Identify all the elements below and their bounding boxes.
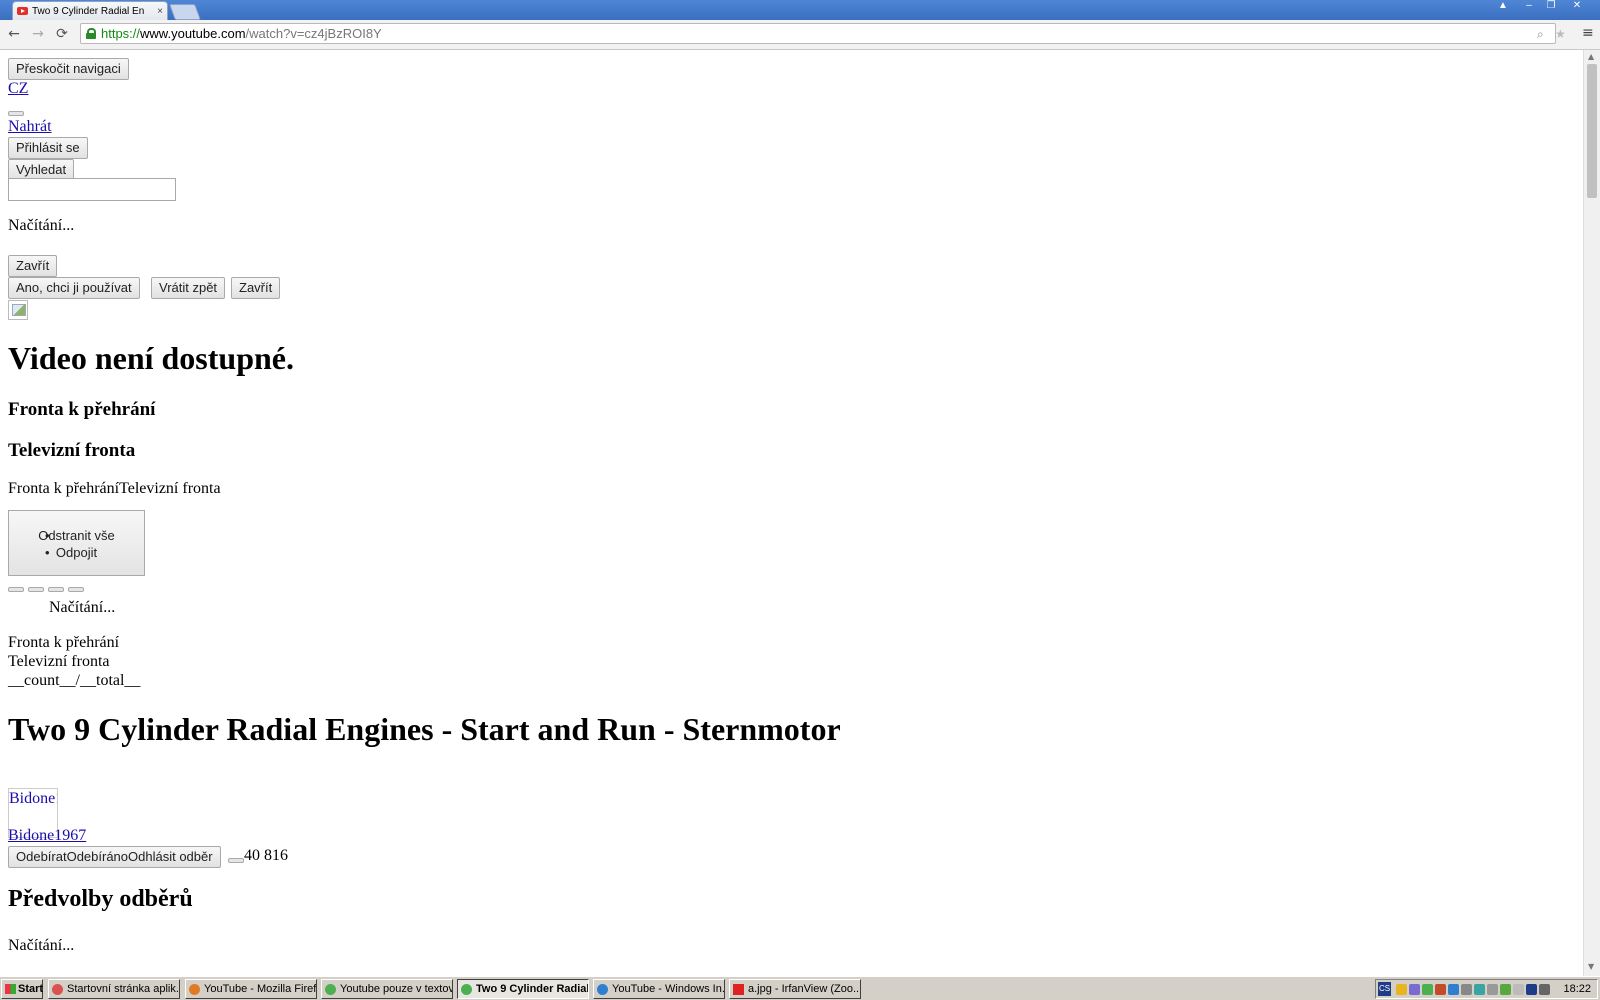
opera-icon — [52, 984, 63, 995]
queue-control-button-2[interactable] — [28, 587, 44, 592]
subscription-options-button[interactable] — [228, 858, 244, 863]
tray-app-icon[interactable] — [1487, 984, 1498, 995]
signin-button[interactable]: Přihlásit se — [8, 137, 88, 159]
preferences-loading-text: Načítání... — [8, 937, 75, 954]
firefox-icon — [189, 984, 200, 995]
taskbar-item-label: Two 9 Cylinder Radial... — [476, 983, 589, 995]
restore-button[interactable]: ❐ — [1540, 0, 1562, 14]
taskbar-item[interactable]: YouTube - Windows In... — [593, 979, 725, 999]
tray-app-icon[interactable] — [1513, 984, 1524, 995]
tab-close-icon[interactable]: × — [157, 6, 163, 17]
language-indicator[interactable]: CS — [1378, 982, 1391, 996]
queue-count: __count__/__total__ — [8, 672, 141, 689]
close-button-2[interactable]: Zavřít — [231, 277, 281, 299]
internet-explorer-icon — [597, 984, 608, 995]
queue-loading-text: Načítání... — [49, 599, 116, 616]
skip-navigation-button[interactable]: Přeskočit navigaci — [8, 58, 129, 80]
back-button[interactable]: ← — [4, 24, 24, 44]
undo-button[interactable]: Vrátit zpět — [151, 277, 226, 299]
country-link[interactable]: CZ — [8, 80, 28, 98]
taskbar-item-label: a.jpg - IrfanView (Zoo... — [748, 983, 861, 995]
remove-all-item[interactable]: Odstranit vše — [9, 527, 144, 544]
tray-app-icon[interactable] — [1422, 984, 1433, 995]
new-tab-button[interactable] — [169, 4, 201, 20]
taskbar-item[interactable]: a.jpg - IrfanView (Zoo... — [729, 979, 861, 999]
search-input[interactable] — [8, 178, 176, 201]
taskbar-item-label: Startovní stránka aplik... — [67, 983, 180, 995]
taskbar-item-label: Youtube pouze v textov... — [340, 983, 453, 995]
network-icon[interactable] — [1526, 984, 1537, 995]
clock[interactable]: 18:22 — [1563, 983, 1591, 995]
broken-image-icon — [8, 300, 28, 320]
windows-logo-icon — [5, 984, 16, 994]
bookmark-star-icon[interactable]: ★ — [1555, 25, 1566, 44]
subscription-preferences-heading: Předvolby odběrů — [8, 886, 193, 912]
scroll-up-icon[interactable]: ▲ — [1588, 52, 1594, 61]
url-path: /watch?v=cz4jBzROI8Y — [245, 26, 382, 41]
subscriber-count: 40 816 — [244, 847, 288, 864]
reload-button[interactable]: ⟳ — [52, 24, 72, 44]
zoom-icon[interactable]: ⌕ — [1537, 25, 1544, 44]
address-bar[interactable]: https://www.youtube.com/watch?v=cz4jBzRO… — [80, 23, 1566, 44]
tv-queue-heading: Televizní fronta — [8, 440, 136, 461]
tray-app-icon[interactable] — [1474, 984, 1485, 995]
taskbar-item[interactable]: Startovní stránka aplik... — [48, 979, 180, 999]
loading-text: Načítání... — [8, 217, 75, 234]
taskbar-item[interactable]: Youtube pouze v textov... — [321, 979, 453, 999]
url-scheme: https:// — [101, 26, 141, 41]
queue-label: Fronta k přehrání — [8, 634, 120, 651]
channel-link[interactable]: Bidone1967 — [8, 827, 86, 845]
tray-app-icon[interactable] — [1500, 984, 1511, 995]
chrome-icon — [325, 984, 336, 995]
user-icon[interactable]: ▲ — [1492, 0, 1514, 14]
tv-queue-label: Televizní fronta — [8, 653, 110, 670]
queue-control-button-4[interactable] — [68, 587, 84, 592]
taskbar-item[interactable]: YouTube - Mozilla Firef... — [185, 979, 317, 999]
url-host: www.youtube.com — [140, 26, 246, 41]
minimize-button[interactable]: – — [1518, 0, 1540, 14]
browser-tab[interactable]: Two 9 Cylinder Radial En × — [12, 1, 168, 20]
youtube-favicon-icon — [17, 7, 28, 15]
tray-app-icon[interactable] — [1435, 984, 1446, 995]
start-button[interactable]: Start — [1, 979, 43, 999]
system-tray: CS 18:22 — [1375, 979, 1598, 999]
taskbar-item-label: YouTube - Mozilla Firef... — [204, 983, 317, 995]
queue-tabs-text[interactable]: Fronta k přehráníTelevizní fronta — [8, 480, 221, 498]
yes-use-button[interactable]: Ano, chci ji používat — [8, 277, 140, 299]
close-button[interactable]: Zavřít — [8, 255, 58, 277]
tray-app-icon[interactable] — [1409, 984, 1420, 995]
windows-taskbar: Start Startovní stránka aplik... YouTube… — [0, 976, 1600, 1000]
taskbar-item-active[interactable]: Two 9 Cylinder Radial... — [457, 979, 589, 999]
forward-button[interactable]: → — [28, 24, 48, 44]
irfanview-icon — [733, 984, 744, 995]
queue-control-button-1[interactable] — [8, 587, 24, 592]
vertical-scrollbar[interactable]: ▲ ▼ — [1583, 50, 1600, 976]
browser-menu-icon[interactable]: ≡ — [1582, 25, 1594, 41]
chrome-icon — [461, 984, 472, 995]
video-unavailable-heading: Video není dostupné. — [8, 340, 294, 376]
close-window-button[interactable]: ✕ — [1566, 0, 1588, 14]
upload-link[interactable]: Nahrát — [8, 118, 52, 136]
avatar-alt-text: Bidone1967 — [9, 790, 57, 807]
disconnect-item[interactable]: Odpojit — [9, 544, 144, 561]
scroll-thumb[interactable] — [1587, 64, 1597, 198]
tab-title: Two 9 Cylinder Radial En — [32, 5, 145, 17]
browser-toolbar: ← → ⟳ https://www.youtube.com/watch?v=cz… — [0, 20, 1600, 50]
subscribe-button[interactable]: OdebíratOdebíránoOdhlásit odběr — [8, 846, 221, 868]
queue-control-button-3[interactable] — [48, 587, 64, 592]
guide-button[interactable] — [8, 111, 24, 116]
volume-icon[interactable] — [1539, 984, 1550, 995]
browser-titlebar: Two 9 Cylinder Radial En × ▲ – ❐ ✕ — [0, 0, 1600, 20]
video-title: Two 9 Cylinder Radial Engines - Start an… — [8, 711, 841, 747]
lock-icon — [86, 28, 96, 39]
tray-app-icon[interactable] — [1461, 984, 1472, 995]
scroll-down-icon[interactable]: ▼ — [1588, 962, 1594, 971]
start-label: Start — [18, 983, 44, 995]
tray-app-icon[interactable] — [1448, 984, 1459, 995]
queue-menu-button[interactable]: Odstranit vše Odpojit — [8, 510, 145, 576]
page-viewport: Přeskočit navigaci CZ Nahrát Přihlásit s… — [0, 50, 1583, 976]
tray-app-icon[interactable] — [1396, 984, 1407, 995]
taskbar-item-label: YouTube - Windows In... — [612, 983, 725, 995]
queue-heading: Fronta k přehrání — [8, 399, 156, 420]
